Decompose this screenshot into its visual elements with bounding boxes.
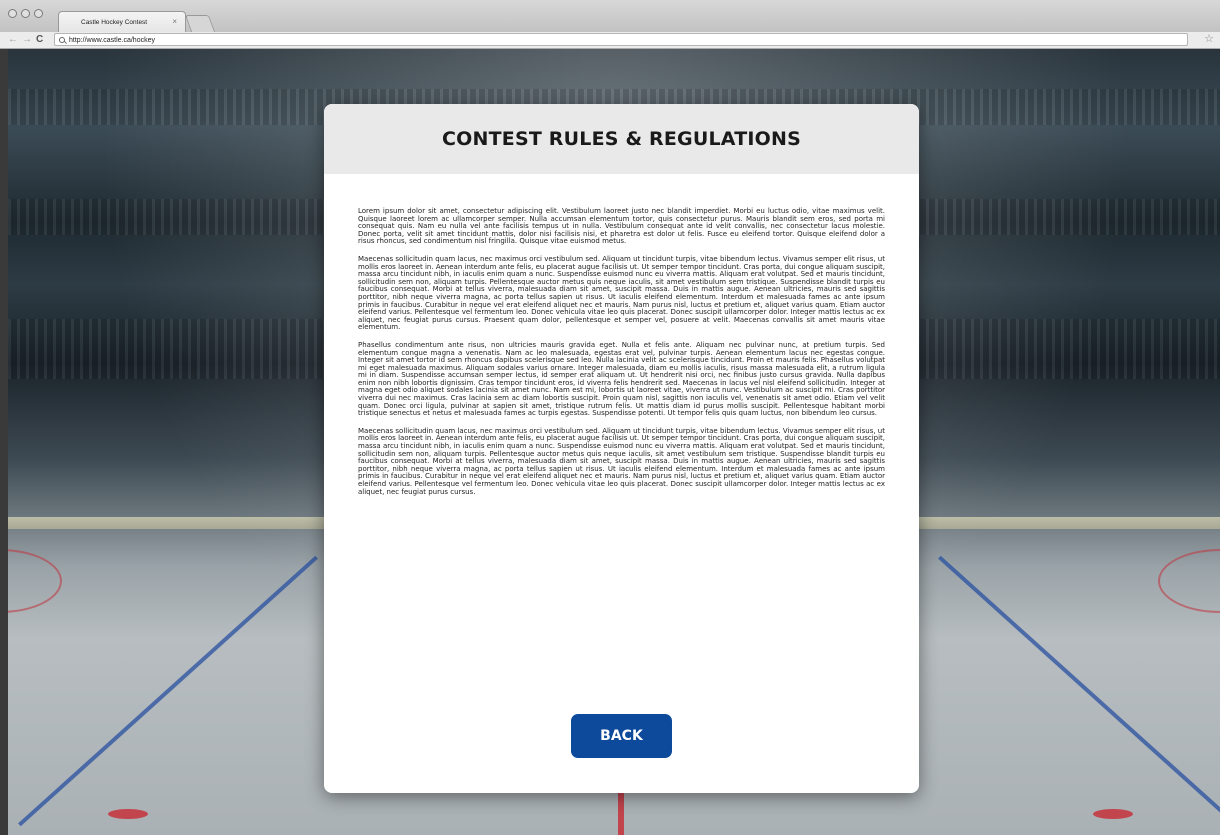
rules-paragraph: Phasellus condimentum ante risus, non ul… [358, 340, 885, 418]
rules-text: Lorem ipsum dolor sit amet, consectetur … [324, 174, 919, 496]
window-controls [8, 9, 43, 18]
minimize-window-button[interactable] [21, 9, 30, 18]
rules-modal: CONTEST RULES & REGULATIONS Lorem ipsum … [324, 104, 919, 793]
back-button[interactable]: BACK [571, 714, 672, 758]
blue-line-left [18, 555, 318, 827]
modal-header: CONTEST RULES & REGULATIONS [324, 104, 919, 174]
browser-toolbar: ← → C http://www.castle.ca/hockey ☆ [0, 32, 1220, 49]
close-window-button[interactable] [8, 9, 17, 18]
browser-titlebar: Castle Hockey Contest × [0, 0, 1220, 33]
new-tab-button[interactable] [184, 15, 216, 32]
browser-tab[interactable]: Castle Hockey Contest × [58, 11, 186, 32]
rules-paragraph: Lorem ipsum dolor sit amet, consectetur … [358, 207, 885, 246]
faceoff-dot-right [1093, 809, 1133, 819]
rules-paragraph: Maecenas sollicitudin quam lacus, nec ma… [358, 426, 885, 496]
faceoff-circle-right [1158, 549, 1220, 613]
rules-paragraph: Maecenas sollicitudin quam lacus, nec ma… [358, 254, 885, 332]
tab-title: Castle Hockey Contest [81, 18, 148, 26]
address-bar[interactable]: http://www.castle.ca/hockey [54, 33, 1188, 46]
page-title: CONTEST RULES & REGULATIONS [442, 128, 801, 150]
zoom-window-button[interactable] [34, 9, 43, 18]
faceoff-dot-left [108, 809, 148, 819]
search-icon [59, 37, 65, 43]
faceoff-circle-left [8, 549, 62, 613]
reload-icon[interactable]: C [36, 33, 43, 47]
forward-arrow-icon[interactable]: → [22, 33, 32, 47]
url-text: http://www.castle.ca/hockey [69, 37, 155, 44]
bookmark-star-icon[interactable]: ☆ [1204, 32, 1214, 47]
tab-close-icon[interactable]: × [172, 17, 177, 26]
back-arrow-icon[interactable]: ← [8, 33, 18, 47]
